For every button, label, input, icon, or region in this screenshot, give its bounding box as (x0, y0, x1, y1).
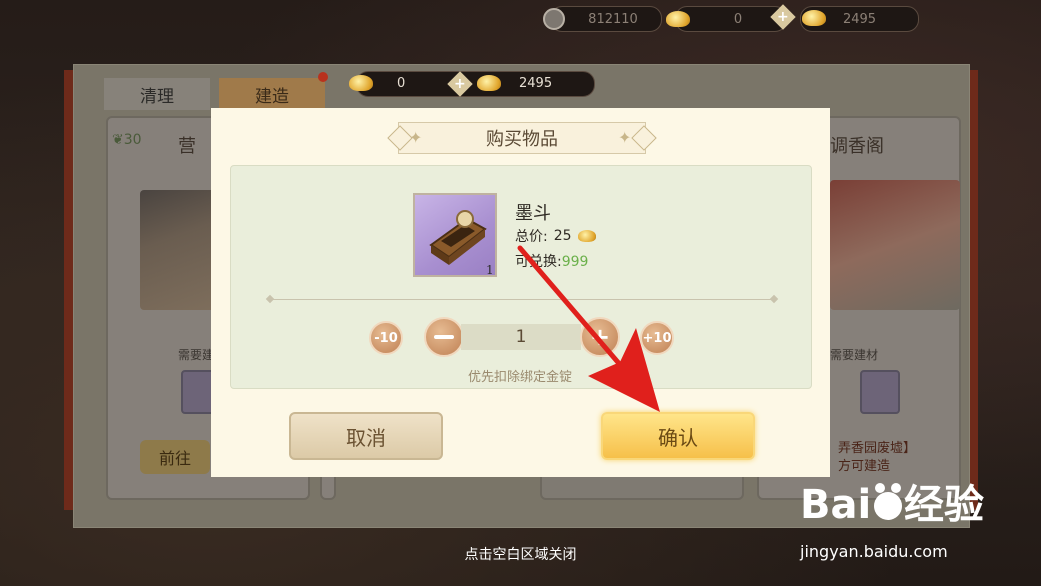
total-price-value: 25 (553, 228, 572, 244)
dialog-ingots: 2495 (519, 76, 553, 91)
quantity-field[interactable]: 1 (461, 324, 581, 350)
plus-icon: + (454, 75, 466, 92)
building-illustration-left (140, 190, 220, 310)
dialog-title: 购买物品 (398, 122, 646, 154)
minus-button[interactable] (424, 317, 464, 357)
material-slot (860, 370, 900, 414)
minus-ten-button[interactable]: -10 (369, 321, 403, 355)
deduct-hint: 优先扣除绑定金锭 (467, 370, 572, 385)
ink-marker-icon (429, 210, 487, 265)
plus-icon: + (777, 8, 789, 25)
redeemable-row: 可兑换:999 (515, 254, 589, 270)
tab-clean[interactable]: 清理 (104, 78, 210, 110)
cancel-button[interactable]: 取消 (289, 412, 443, 460)
dialog-bound-ingots: 0 (397, 76, 406, 91)
svg-text:Bai: Bai (800, 482, 871, 528)
ingot-icon (802, 10, 826, 26)
leaf-icon: ❦ (112, 132, 124, 148)
confirm-button[interactable]: 确认 (601, 412, 755, 460)
watermark-url: jingyan.baidu.com (800, 542, 948, 561)
ingot-icon (477, 75, 501, 91)
bound-ingot-icon (666, 11, 690, 27)
item-icon-frame (413, 193, 497, 277)
dialog-add-currency-button[interactable]: + (447, 71, 473, 97)
baidu-watermark: Bai 经验 jingyan.baidu.com (800, 470, 1025, 580)
tab-build[interactable]: 建造 (219, 78, 325, 110)
coin-counter: 812110 (543, 6, 662, 32)
bound-ingot-icon (349, 75, 373, 91)
item-name: 墨斗 (515, 203, 551, 224)
plus-ten-button[interactable]: +10 (640, 321, 674, 355)
sparkle-icon: ✦ (618, 128, 632, 147)
building-illustration-right (830, 180, 960, 310)
baidu-logo: Bai 经验 (800, 482, 984, 528)
sparkle-icon: ✦ (409, 128, 423, 147)
materials-label-right: 需要建材 (830, 348, 879, 362)
bound-ingot-counter: 0 (666, 6, 787, 32)
plus-button[interactable]: + (580, 317, 620, 357)
ingot-icon (577, 230, 596, 242)
divider (270, 299, 774, 300)
redeemable-value: 999 (561, 254, 589, 270)
dialog-currency-bar: 0 + 2495 (349, 71, 595, 97)
card-title-left: 营 (178, 136, 196, 157)
goto-button[interactable]: 前往 (140, 440, 210, 474)
card-title-right: 调香阁 (830, 136, 884, 157)
leaf-count: ❦30 (112, 132, 142, 148)
coin-icon (543, 8, 565, 30)
svg-text:经验: 经验 (904, 482, 984, 528)
item-quantity-badge: 1 (486, 263, 494, 277)
notification-dot (318, 72, 328, 82)
total-price-row: 总价: 25 (515, 226, 596, 246)
